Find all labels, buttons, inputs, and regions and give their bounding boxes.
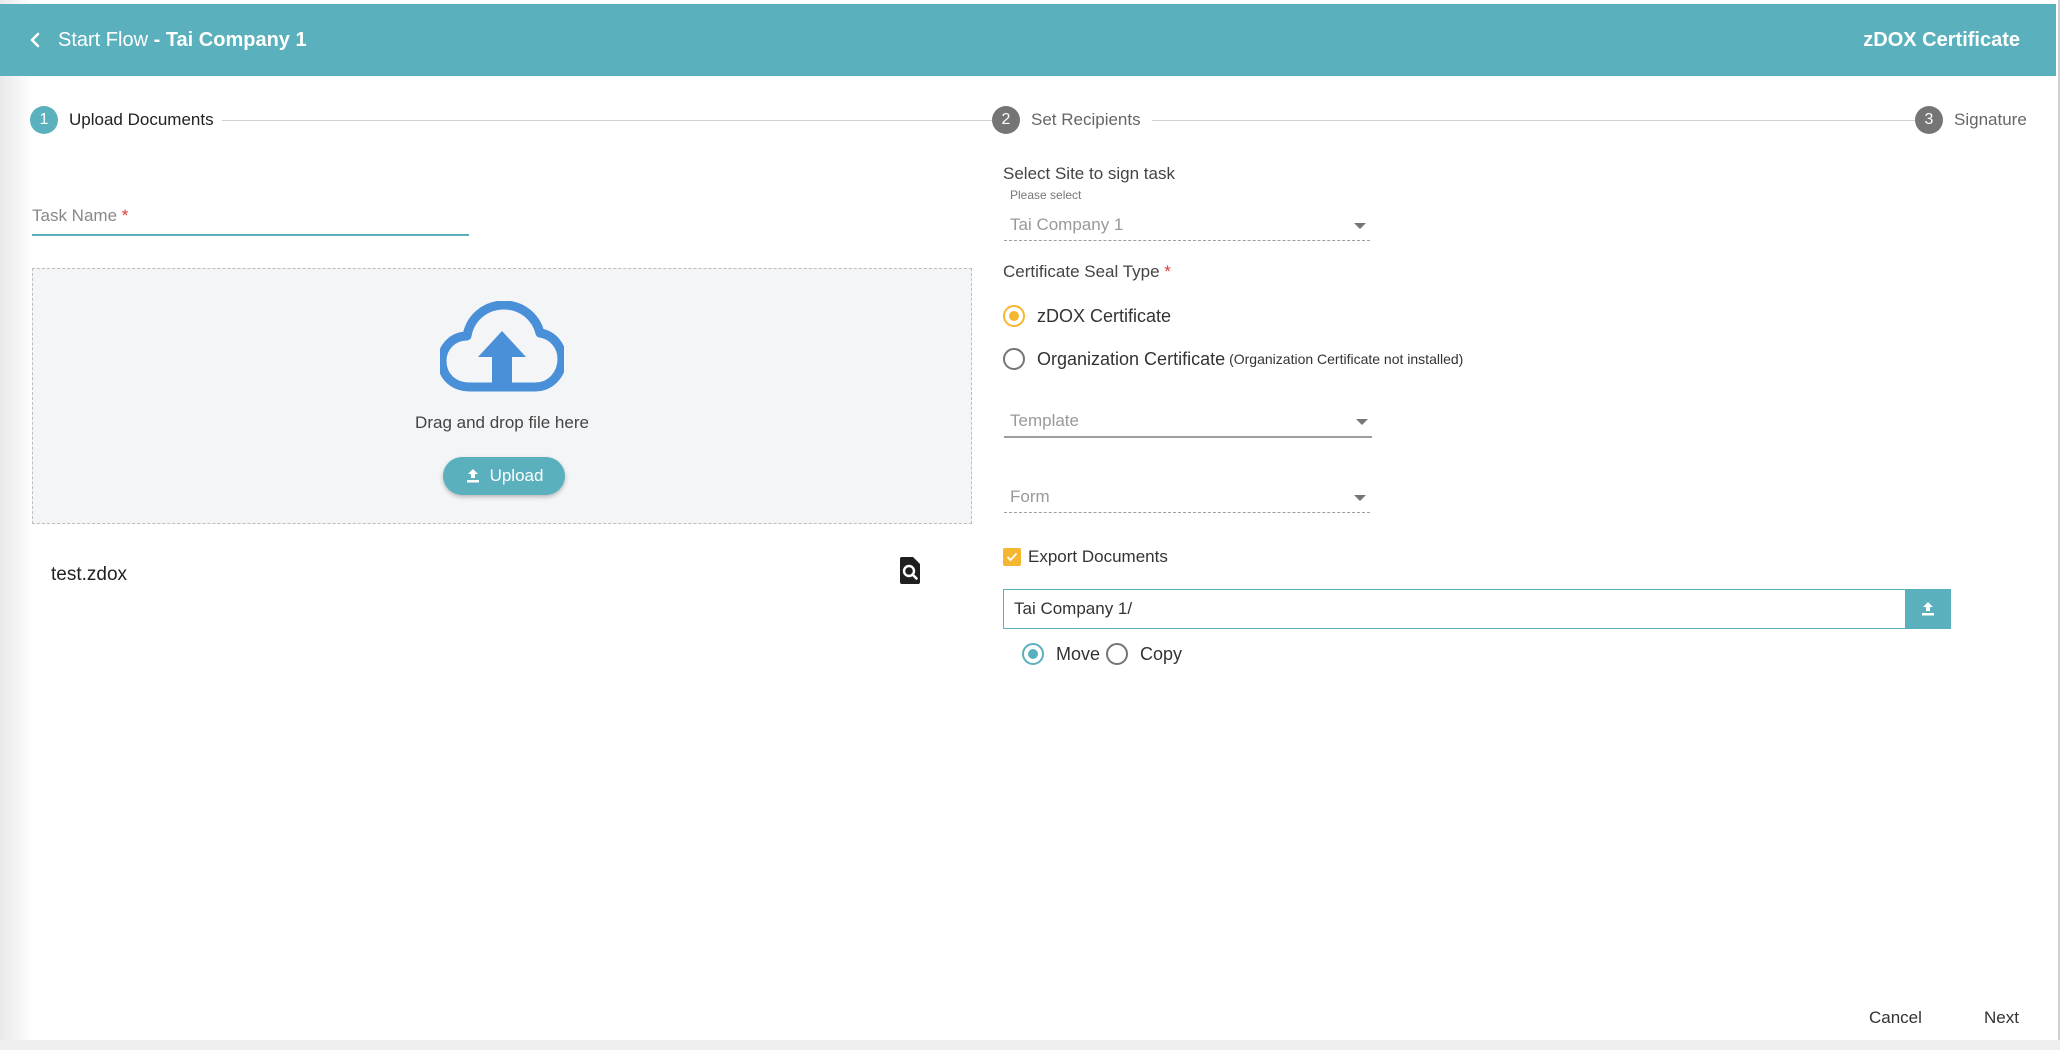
export-path-value: Tai Company 1/ — [1014, 599, 1133, 618]
top-header: Start Flow - Tai Company 1 zDOX Certific… — [0, 4, 2056, 76]
dropzone-text: Drag and drop file here — [415, 413, 589, 432]
cloud-upload-icon — [440, 301, 564, 392]
radio-button-selected[interactable] — [1022, 643, 1044, 665]
upload-button-label: Upload — [489, 466, 544, 485]
cancel-button[interactable]: Cancel — [1869, 1008, 1922, 1028]
upload-button[interactable]: Upload — [443, 457, 565, 495]
export-documents-checkbox[interactable]: Export Documents — [1003, 547, 1168, 567]
step-set-recipients[interactable]: 2 Set Recipients — [992, 106, 1141, 134]
site-select-sublabel: Please select — [1010, 188, 1082, 202]
title-company: Tai Company 1 — [165, 29, 307, 51]
radio-label: Organization Certificate — [1037, 348, 1226, 369]
template-select-placeholder: Template — [1010, 411, 1079, 430]
step-connector — [222, 120, 992, 121]
radio-copy[interactable]: Copy — [1106, 643, 1182, 665]
form-select[interactable]: Form — [1004, 482, 1370, 513]
next-button[interactable]: Next — [1984, 1008, 2019, 1028]
title-prefix: Start Flow — [58, 29, 149, 51]
export-path-upload-button[interactable] — [1905, 589, 1951, 629]
site-select[interactable]: Please select Tai Company 1 — [1004, 188, 1370, 241]
step-number: 2 — [992, 106, 1020, 134]
chevron-down-icon — [1354, 495, 1366, 501]
radio-label: Move — [1056, 643, 1101, 664]
step-signature[interactable]: 3 Signature — [1915, 106, 2027, 134]
required-mark: * — [121, 206, 129, 225]
radio-note: (Organization Certificate not installed) — [1229, 351, 1464, 367]
file-name: test.zdox — [51, 564, 128, 585]
radio-button-selected[interactable] — [1003, 305, 1025, 327]
task-name-input[interactable]: Task Name * — [32, 200, 469, 236]
page-title: Start Flow - Tai Company 1 — [58, 26, 307, 54]
window-frame-bottom — [0, 1040, 2060, 1050]
radio-zdox-certificate[interactable]: zDOX Certificate — [1003, 305, 1171, 327]
radio-move[interactable]: Move — [1022, 643, 1100, 665]
file-dropzone[interactable]: Drag and drop file here Upload — [32, 268, 972, 524]
file-list-item: test.zdox — [32, 556, 932, 592]
upload-icon — [466, 469, 479, 483]
upload-icon — [1922, 602, 1934, 616]
back-button[interactable] — [22, 26, 50, 54]
step-connector — [1152, 120, 1932, 121]
seal-type-label: Certificate Seal Type * — [1003, 262, 1171, 281]
title-separator: - — [148, 29, 166, 51]
check-icon — [1006, 552, 1018, 562]
step-label: Set Recipients — [1031, 110, 1141, 129]
site-label: Select Site to sign task — [1003, 164, 1175, 183]
radio-label: zDOX Certificate — [1037, 305, 1172, 326]
radio-button[interactable] — [1106, 643, 1128, 665]
checkbox-checked[interactable] — [1003, 548, 1021, 566]
preview-button[interactable] — [898, 556, 922, 586]
step-label: Upload Documents — [69, 110, 214, 129]
chevron-down-icon — [1354, 223, 1366, 229]
radio-label: Copy — [1140, 643, 1183, 664]
chevron-left-icon — [30, 32, 40, 48]
step-label: Signature — [1954, 110, 2027, 129]
step-number: 3 — [1915, 106, 1943, 134]
radio-button[interactable] — [1003, 348, 1025, 370]
required-mark: * — [1164, 262, 1171, 281]
task-name-label: Task Name * — [32, 206, 129, 225]
checkbox-label: Export Documents — [1028, 547, 1168, 566]
chevron-down-icon — [1356, 419, 1368, 425]
export-path-input[interactable]: Tai Company 1/ — [1003, 589, 1951, 629]
template-select[interactable]: Template — [1004, 406, 1372, 438]
document-search-icon — [900, 557, 920, 584]
form-select-placeholder: Form — [1010, 487, 1050, 506]
header-certificate-title: zDOX Certificate — [1863, 29, 2020, 51]
window-frame-left — [0, 0, 34, 1050]
site-select-value: Tai Company 1 — [1010, 215, 1124, 234]
radio-organization-certificate[interactable]: Organization Certificate (Organization C… — [1003, 348, 1463, 370]
step-upload-documents[interactable]: 1 Upload Documents — [30, 106, 214, 134]
stepper: 1 Upload Documents 2 Set Recipients 3 Si… — [30, 106, 2030, 136]
step-number: 1 — [30, 106, 58, 134]
